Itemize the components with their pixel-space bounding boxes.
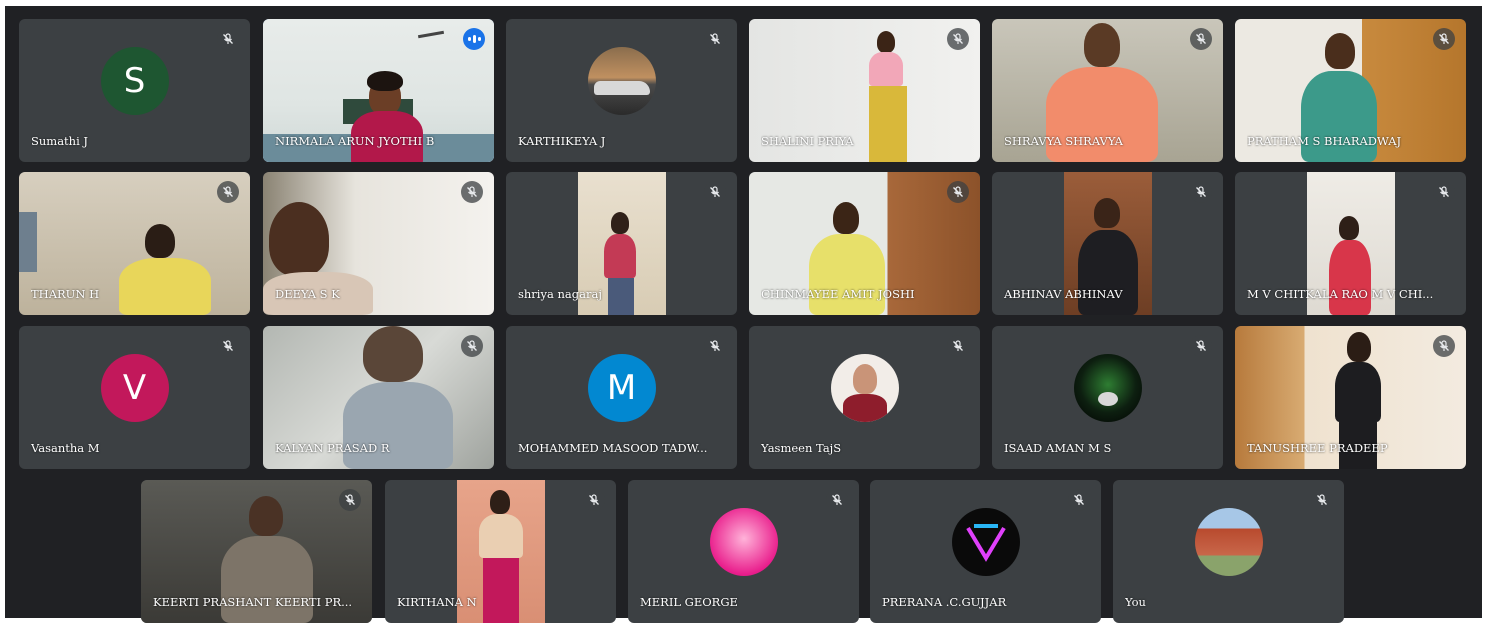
mic-off-icon xyxy=(217,28,239,50)
mic-off-icon xyxy=(339,489,361,511)
avatar xyxy=(587,46,656,115)
participant-name: ISAAD AMAN M S xyxy=(1004,441,1112,455)
participant-name: PRERANA .C.GUJJAR xyxy=(882,595,1007,609)
participant-tile[interactable]: PRERANA .C.GUJJAR xyxy=(870,480,1101,623)
participant-name: KALYAN PRASAD R xyxy=(275,441,390,455)
avatar xyxy=(1194,507,1263,576)
participant-name: You xyxy=(1125,595,1146,609)
participant-tile[interactable]: KIRTHANA N xyxy=(385,480,616,623)
avatar xyxy=(1073,353,1142,422)
participant-tile[interactable]: You xyxy=(1113,480,1344,623)
mic-off-icon xyxy=(1190,28,1212,50)
participant-tile[interactable]: Yasmeen TajS xyxy=(749,326,980,469)
participant-tile[interactable]: KEERTI PRASHANT KEERTI PR... xyxy=(141,480,372,623)
participant-tile[interactable]: M MOHAMMED MASOOD TADW... xyxy=(506,326,737,469)
participant-name: MOHAMMED MASOOD TADW... xyxy=(518,441,708,455)
participant-name: Vasantha M xyxy=(31,441,100,455)
mic-off-icon xyxy=(461,335,483,357)
participant-tile[interactable]: PRATHAM S BHARADWAJ xyxy=(1235,19,1466,162)
participant-tile[interactable]: DEEYA S K xyxy=(263,172,494,315)
participant-tile[interactable]: SHRAVYA SHRAVYA xyxy=(992,19,1223,162)
avatar xyxy=(709,507,778,576)
avatar: M xyxy=(587,353,656,422)
mic-off-icon xyxy=(461,181,483,203)
mic-off-icon xyxy=(826,489,848,511)
audio-level-icon xyxy=(463,28,485,50)
mic-off-icon xyxy=(1433,28,1455,50)
participant-name: KIRTHANA N xyxy=(397,595,477,609)
mic-off-icon xyxy=(1068,489,1090,511)
participant-name: MERIL GEORGE xyxy=(640,595,738,609)
participant-tile[interactable]: TANUSHREE PRADEEP xyxy=(1235,326,1466,469)
participant-name: SHRAVYA SHRAVYA xyxy=(1004,134,1123,148)
mic-off-icon xyxy=(704,28,726,50)
participant-name: PRATHAM S BHARADWAJ xyxy=(1247,134,1402,148)
participant-name: shriya nagaraj xyxy=(518,287,602,301)
meeting-grid: S Sumathi J NIRMALA ARUN JYOTHI B KARTHI… xyxy=(5,6,1482,623)
avatar xyxy=(951,507,1020,576)
mic-off-icon xyxy=(217,335,239,357)
participant-name: NIRMALA ARUN JYOTHI B xyxy=(275,134,435,148)
participant-tile[interactable]: MERIL GEORGE xyxy=(628,480,859,623)
avatar xyxy=(830,353,899,422)
mic-off-icon xyxy=(947,335,969,357)
mic-off-icon xyxy=(1433,335,1455,357)
avatar: S xyxy=(100,46,169,115)
participant-name: SHALINI PRIYA xyxy=(761,134,854,148)
participant-tile[interactable]: KARTHIKEYA J xyxy=(506,19,737,162)
mic-off-icon xyxy=(704,335,726,357)
mic-off-icon xyxy=(1190,335,1212,357)
participant-name: KARTHIKEYA J xyxy=(518,134,606,148)
participant-name: Sumathi J xyxy=(31,134,89,148)
mic-off-icon xyxy=(1433,181,1455,203)
participant-name: THARUN H xyxy=(31,287,100,301)
participant-tile[interactable]: S Sumathi J xyxy=(19,19,250,162)
participant-tile[interactable]: M V CHITKALA RAO M V CHI... xyxy=(1235,172,1466,315)
mic-off-icon xyxy=(583,489,605,511)
mic-off-icon xyxy=(947,28,969,50)
participant-name: DEEYA S K xyxy=(275,287,340,301)
participant-name: Yasmeen TajS xyxy=(761,441,842,455)
participant-tile[interactable]: CHINMAYEE AMIT JOSHI xyxy=(749,172,980,315)
avatar: V xyxy=(100,353,169,422)
participant-tile[interactable]: ISAAD AMAN M S xyxy=(992,326,1223,469)
participant-name: ABHINAV ABHINAV xyxy=(1004,287,1123,301)
mic-off-icon xyxy=(1311,489,1333,511)
participant-tile[interactable]: NIRMALA ARUN JYOTHI B xyxy=(263,19,494,162)
mic-off-icon xyxy=(217,181,239,203)
participant-tile[interactable]: SHALINI PRIYA xyxy=(749,19,980,162)
participant-name: TANUSHREE PRADEEP xyxy=(1247,441,1388,455)
participant-name: CHINMAYEE AMIT JOSHI xyxy=(761,287,915,301)
participant-name: M V CHITKALA RAO M V CHI... xyxy=(1247,287,1434,301)
participant-name: KEERTI PRASHANT KEERTI PR... xyxy=(153,595,353,609)
mic-off-icon xyxy=(1190,181,1212,203)
participant-tile[interactable]: shriya nagaraj xyxy=(506,172,737,315)
participant-tile[interactable]: THARUN H xyxy=(19,172,250,315)
participant-tile[interactable]: ABHINAV ABHINAV xyxy=(992,172,1223,315)
participant-tile[interactable]: V Vasantha M xyxy=(19,326,250,469)
mic-off-icon xyxy=(947,181,969,203)
mic-off-icon xyxy=(704,181,726,203)
participant-tile[interactable]: KALYAN PRASAD R xyxy=(263,326,494,469)
